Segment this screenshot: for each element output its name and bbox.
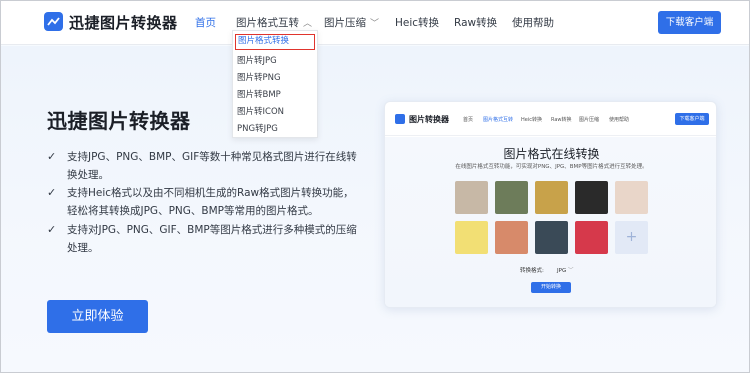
feature-text: 支持JPG、PNG、BMP、GIF等数十种常见格式图片进行在线转换处理。 xyxy=(67,151,357,181)
try-now-button[interactable]: 立即体验 xyxy=(47,300,148,333)
hero-title: 迅捷图片转换器 xyxy=(47,109,191,133)
preview-nav-item: 图片压缩 xyxy=(579,117,600,123)
dropdown-item-png-to-jpg[interactable]: PNG转JPG xyxy=(237,122,278,134)
preview-download-button: 下载客户端 xyxy=(675,113,709,125)
nav-compress[interactable]: 图片压缩 ﹀ xyxy=(324,15,379,30)
dropdown-item-to-icon[interactable]: 图片转ICON xyxy=(237,105,284,117)
preview-nav-item: 使用帮助 xyxy=(609,117,630,123)
preview-thumbnail xyxy=(455,221,488,254)
preview-logo-icon xyxy=(395,114,405,124)
nav-format-convert-label: 图片格式互转 xyxy=(236,17,299,29)
check-icon: ✓ xyxy=(47,186,57,199)
preview-nav-item: 图片格式互转 xyxy=(483,117,514,123)
feature-text: 支持对JPG、PNG、GIF、BMP等图片格式进行多种模式的压缩处理。 xyxy=(67,224,357,254)
top-navbar: 迅捷图片转换器 首页 图片格式互转 ︿ 图片压缩 ﹀ Heic转换 Raw转换 使用… xyxy=(1,1,749,45)
logo-icon[interactable] xyxy=(44,12,63,31)
brand-name[interactable]: 迅捷图片转换器 xyxy=(69,12,178,33)
preview-format-value: JPG ﹀ xyxy=(557,266,573,274)
preview-thumbnail xyxy=(575,221,608,254)
feature-item: ✓ 支持对JPG、PNG、GIF、BMP等图片格式进行多种模式的压缩处理。 xyxy=(47,221,357,257)
preview-title: 图片格式在线转换 xyxy=(503,147,600,161)
dropdown-item-to-jpg[interactable]: 图片转JPG xyxy=(237,54,277,66)
nav-help[interactable]: 使用帮助 xyxy=(512,15,554,30)
chevron-down-icon: ﹀ xyxy=(370,19,380,29)
nav-format-convert[interactable]: 图片格式互转 ︿ xyxy=(236,15,312,30)
plus-icon: + xyxy=(615,221,648,254)
page-frame: 迅捷图片转换器 首页 图片格式互转 ︿ 图片压缩 ﹀ Heic转换 Raw转换 使用… xyxy=(0,0,750,373)
preview-nav-item: 首页 xyxy=(463,117,474,123)
preview-thumbnail xyxy=(535,181,568,214)
preview-thumbnail xyxy=(575,181,608,214)
preview-nav-item: Raw转换 xyxy=(551,117,572,123)
preview-thumbnail xyxy=(495,221,528,254)
preview-thumbnail xyxy=(495,181,528,214)
app-preview-image: 图片转换器 首页 图片格式互转 Heic转换 Raw转换 图片压缩 使用帮助 下… xyxy=(384,101,717,308)
preview-start-button: 开始转换 xyxy=(531,282,571,293)
preview-thumbnail xyxy=(615,181,648,214)
dropdown-item-to-png[interactable]: 图片转PNG xyxy=(237,71,281,83)
preview-navbar: 图片转换器 首页 图片格式互转 Heic转换 Raw转换 图片压缩 使用帮助 下… xyxy=(385,102,716,136)
preview-subtitle: 在线图片格式互转功能，可实现对PNG、JPG、BMP等图片格式进行互转处理。 xyxy=(455,164,648,170)
feature-item: ✓ 支持JPG、PNG、BMP、GIF等数十种常见格式图片进行在线转换处理。 xyxy=(47,148,357,184)
preview-thumbnail xyxy=(535,221,568,254)
dropdown-item-to-bmp[interactable]: 图片转BMP xyxy=(237,88,281,100)
preview-format-value-text: JPG xyxy=(557,268,567,274)
nav-raw[interactable]: Raw转换 xyxy=(454,15,497,30)
download-client-button[interactable]: 下载客户端 xyxy=(658,11,721,34)
preview-brand: 图片转换器 xyxy=(409,115,449,124)
dropdown-item-format-convert[interactable]: 图片格式转换 xyxy=(235,34,315,50)
preview-format-label: 转换格式: xyxy=(520,268,544,274)
format-convert-dropdown: 图片格式转换 图片转JPG 图片转PNG 图片转BMP 图片转ICON PNG转… xyxy=(232,30,318,138)
check-icon: ✓ xyxy=(47,223,57,236)
preview-thumbnail xyxy=(455,181,488,214)
nav-compress-label: 图片压缩 xyxy=(324,17,366,29)
check-icon: ✓ xyxy=(47,150,57,163)
nav-heic[interactable]: Heic转换 xyxy=(395,15,439,30)
chevron-up-icon: ︿ xyxy=(303,19,313,29)
feature-item: ✓ 支持Heic格式以及由不同相机生成的Raw格式图片转换功能，轻松将其转换成J… xyxy=(47,184,357,220)
nav-home[interactable]: 首页 xyxy=(195,15,216,30)
feature-text: 支持Heic格式以及由不同相机生成的Raw格式图片转换功能，轻松将其转换成JPG… xyxy=(67,187,354,217)
chevron-down-icon: ﹀ xyxy=(567,268,574,274)
preview-nav-item: Heic转换 xyxy=(521,117,542,123)
